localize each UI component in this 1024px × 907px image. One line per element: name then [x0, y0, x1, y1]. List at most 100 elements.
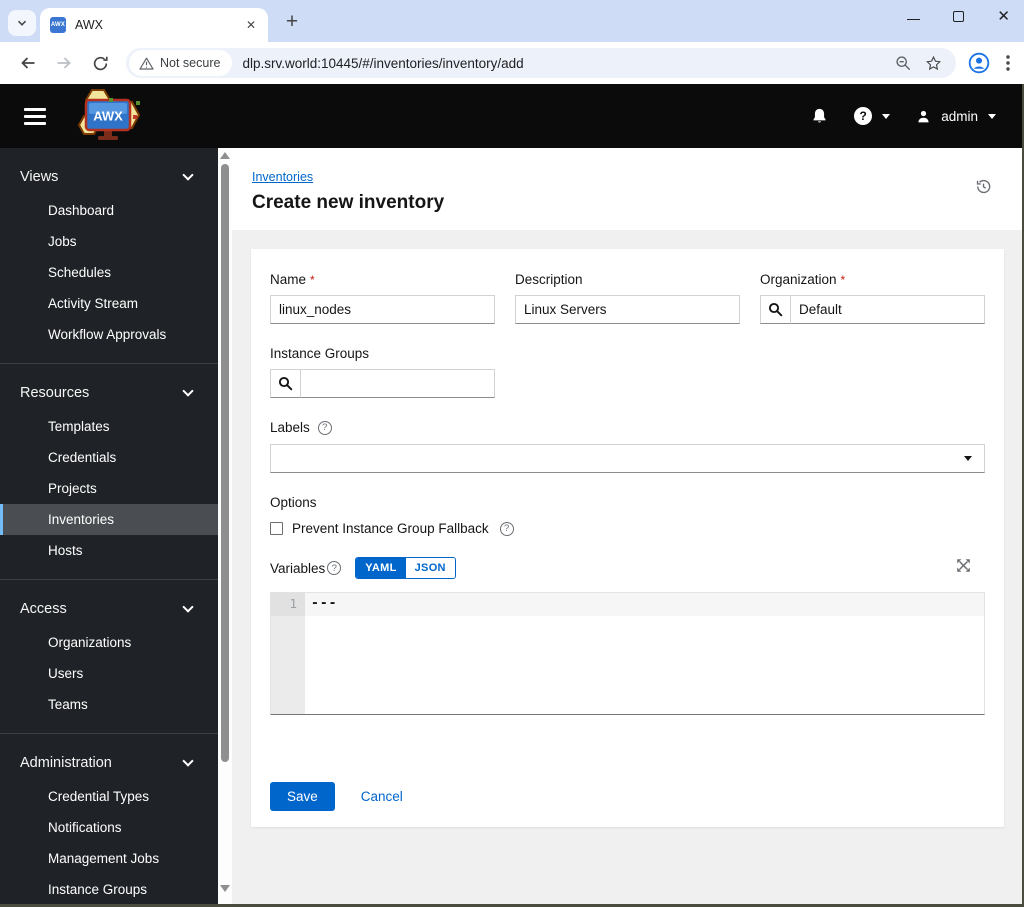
- scrollbar-down-arrow[interactable]: [220, 885, 230, 892]
- sidebar-item-schedules[interactable]: Schedules: [0, 257, 218, 288]
- sidebar-group-label: Administration: [20, 755, 112, 771]
- user-icon: [918, 110, 929, 122]
- sidebar-nav: Views Dashboard Jobs Schedules Activity …: [0, 148, 218, 907]
- profile-avatar-icon[interactable]: [968, 52, 990, 74]
- history-icon: [976, 179, 991, 194]
- options-title: Options: [270, 495, 317, 510]
- chevron-down-icon: [17, 20, 27, 26]
- name-label: Name *: [270, 272, 315, 287]
- organization-label: Organization *: [760, 272, 846, 287]
- user-menu[interactable]: admin: [916, 109, 996, 124]
- chevron-down-icon: [882, 113, 891, 119]
- required-marker: *: [840, 273, 846, 287]
- url-text[interactable]: dlp.srv.world:10445/#/inventories/invent…: [242, 56, 895, 71]
- tab-close-icon[interactable]: ✕: [242, 16, 260, 34]
- awx-logo[interactable]: AWX: [70, 88, 148, 146]
- editor-code-area[interactable]: ---: [305, 593, 984, 714]
- page-header: Inventories Create new inventory: [232, 148, 1024, 230]
- labels-select[interactable]: [270, 444, 985, 473]
- new-tab-button[interactable]: +: [280, 10, 304, 34]
- sidebar-group-resources-header[interactable]: Resources: [0, 379, 218, 411]
- sidebar-item-instance-groups[interactable]: Instance Groups: [0, 874, 218, 905]
- description-input[interactable]: [515, 295, 740, 324]
- help-icon[interactable]: ?: [499, 521, 514, 536]
- sidebar-item-workflow-approvals[interactable]: Workflow Approvals: [0, 319, 218, 350]
- breadcrumb[interactable]: Inventories: [252, 170, 313, 184]
- expand-editor-button[interactable]: [956, 558, 971, 578]
- description-field-group: Description: [515, 272, 740, 324]
- security-chip[interactable]: Not secure: [129, 50, 233, 76]
- sidebar-item-credential-types[interactable]: Credential Types: [0, 781, 218, 812]
- variables-editor[interactable]: 1 ---: [270, 592, 985, 715]
- scrollbar-up-arrow[interactable]: [220, 152, 230, 159]
- sidebar-group-access-header[interactable]: Access: [0, 595, 218, 627]
- sidebar-item-inventories[interactable]: Inventories: [0, 504, 218, 535]
- json-toggle-button[interactable]: JSON: [405, 558, 455, 578]
- instance-groups-search-button[interactable]: [270, 369, 301, 398]
- required-marker: *: [310, 273, 315, 287]
- prevent-fallback-checkbox[interactable]: [270, 522, 283, 535]
- bookmark-star-icon[interactable]: [925, 55, 942, 72]
- scrollbar-thumb[interactable]: [221, 164, 229, 762]
- name-input[interactable]: [270, 295, 495, 324]
- sidebar-item-templates[interactable]: Templates: [0, 411, 218, 442]
- svg-text:AWX: AWX: [93, 109, 123, 124]
- organization-input[interactable]: [791, 295, 985, 324]
- yaml-toggle-button[interactable]: YAML: [356, 558, 406, 578]
- sidebar-item-users[interactable]: Users: [0, 658, 218, 689]
- inventory-form-card: Name* Description Organization*: [251, 249, 1004, 827]
- reload-icon: [93, 56, 108, 70]
- chevron-down-icon: [988, 113, 996, 119]
- address-bar[interactable]: Not secure dlp.srv.world:10445/#/invento…: [126, 48, 956, 78]
- labels-label: Labels: [270, 420, 310, 435]
- back-button[interactable]: [13, 48, 43, 78]
- reload-button[interactable]: [85, 48, 115, 78]
- sidebar-item-teams[interactable]: Teams: [0, 689, 218, 720]
- sidebar-group-label: Views: [20, 169, 59, 185]
- sidebar-item-management-jobs[interactable]: Management Jobs: [0, 843, 218, 874]
- chevron-down-icon: [182, 385, 194, 397]
- sidebar-item-activity-stream[interactable]: Activity Stream: [0, 288, 218, 319]
- browser-menu-icon[interactable]: [1006, 55, 1010, 71]
- name-field-group: Name *: [270, 272, 495, 324]
- sidebar-group-views-header[interactable]: Views: [0, 163, 218, 195]
- browser-tab-awx[interactable]: AWX AWX ✕: [40, 8, 268, 42]
- organization-field-group: Organization *: [760, 272, 985, 324]
- notifications-bell-icon[interactable]: [811, 107, 828, 125]
- tab-search-button[interactable]: [8, 10, 36, 36]
- sidebar-item-notifications[interactable]: Notifications: [0, 812, 218, 843]
- chevron-down-icon: [964, 456, 972, 461]
- sidebar-item-jobs[interactable]: Jobs: [0, 226, 218, 257]
- sidebar-group-resources: Resources Templates Credentials Projects…: [0, 364, 218, 580]
- chevron-down-icon: [182, 601, 194, 613]
- sidebar-group-administration: Administration Credential Types Notifica…: [0, 734, 218, 907]
- sidebar-item-hosts[interactable]: Hosts: [0, 535, 218, 566]
- editor-line-content: ---: [305, 593, 984, 616]
- activity-stream-button[interactable]: [975, 178, 992, 200]
- instance-groups-input[interactable]: [301, 369, 495, 398]
- window-minimize-button[interactable]: [907, 19, 921, 20]
- main-content: Inventories Create new inventory Name* D…: [232, 148, 1024, 907]
- header-actions: ? admin: [811, 107, 996, 125]
- save-button[interactable]: Save: [270, 782, 335, 811]
- window-maximize-button[interactable]: [953, 11, 965, 22]
- forward-button[interactable]: [49, 48, 79, 78]
- sidebar-scrollbar[interactable]: [218, 148, 232, 907]
- zoom-out-icon[interactable]: [895, 55, 911, 71]
- forward-arrow-icon: [57, 57, 71, 69]
- sidebar-group-administration-header[interactable]: Administration: [0, 749, 218, 781]
- sidebar-item-dashboard[interactable]: Dashboard: [0, 195, 218, 226]
- sidebar-item-credentials[interactable]: Credentials: [0, 442, 218, 473]
- organization-search-button[interactable]: [760, 295, 791, 324]
- cancel-button[interactable]: Cancel: [361, 789, 403, 804]
- help-icon[interactable]: ?: [317, 420, 332, 435]
- sidebar-item-projects[interactable]: Projects: [0, 473, 218, 504]
- browser-tabstrip: AWX AWX ✕ + ✕: [0, 0, 1024, 42]
- help-icon[interactable]: ?: [327, 561, 342, 575]
- window-close-button[interactable]: ✕: [997, 9, 1010, 24]
- toolbar-right: [968, 52, 1010, 74]
- page-title: Create new inventory: [252, 192, 445, 213]
- help-menu[interactable]: ?: [854, 107, 891, 125]
- nav-toggle-button[interactable]: [24, 104, 46, 129]
- sidebar-item-organizations[interactable]: Organizations: [0, 627, 218, 658]
